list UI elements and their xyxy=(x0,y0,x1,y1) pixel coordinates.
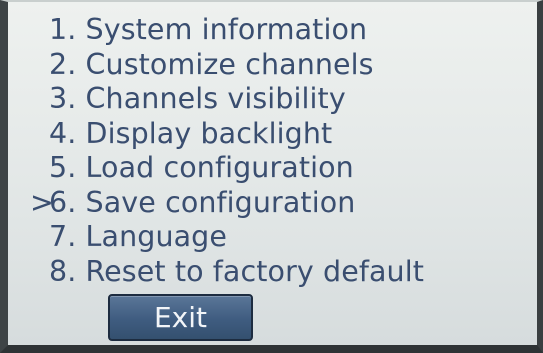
settings-menu: 1. System information 2. Customize chann… xyxy=(30,13,424,289)
menu-item-label: 6. Save configuration xyxy=(49,185,356,219)
menu-item-label: 4. Display backlight xyxy=(49,116,333,150)
menu-item-label: 7. Language xyxy=(49,220,228,253)
menu-item-label: 2. Customize channels xyxy=(49,47,374,81)
menu-item-save-configuration[interactable]: >6. Save configuration xyxy=(30,186,424,221)
menu-item-system-information[interactable]: 1. System information xyxy=(30,13,424,48)
menu-item-label: 3. Channels visibility xyxy=(49,82,346,115)
menu-item-display-backlight[interactable]: 4. Display backlight xyxy=(30,117,424,152)
menu-item-label: 1. System information xyxy=(49,13,368,46)
menu-item-label: 8. Reset to factory default xyxy=(49,254,424,288)
menu-item-channels-visibility[interactable]: 3. Channels visibility xyxy=(30,82,424,117)
menu-item-language[interactable]: 7. Language xyxy=(30,220,424,255)
selection-cursor-icon: > xyxy=(30,185,54,219)
menu-item-label: 5. Load configuration xyxy=(49,151,354,184)
menu-item-load-configuration[interactable]: 5. Load configuration xyxy=(30,151,424,186)
menu-item-customize-channels[interactable]: 2. Customize channels xyxy=(30,48,424,83)
exit-button[interactable]: Exit xyxy=(108,294,253,341)
lcd-screen: 1. System information 2. Customize chann… xyxy=(0,0,543,353)
menu-item-reset-factory-default[interactable]: 8. Reset to factory default xyxy=(30,255,424,290)
exit-button-label: Exit xyxy=(153,301,208,334)
